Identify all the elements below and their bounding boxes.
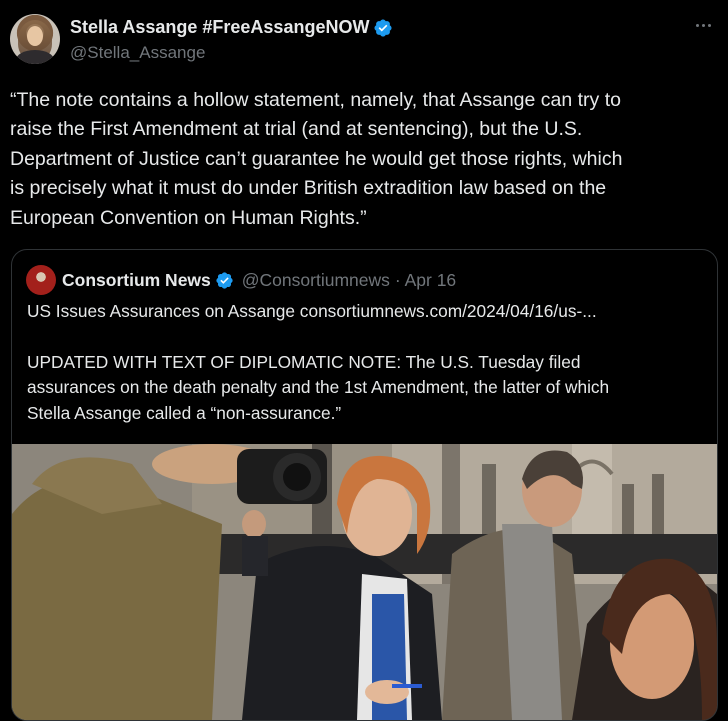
author-display-name[interactable]: Stella Assange #FreeAssangeNOW [70,17,369,38]
quoted-avatar [26,265,56,295]
avatar-body [16,50,54,64]
quoted-date: · Apr 16 [394,269,457,290]
avatar-face [27,26,43,46]
tweet-text: “The note contains a hollow statement, n… [10,89,623,229]
more-options-icon[interactable] [692,14,714,36]
author-name-row: Stella Assange #FreeAssangeNOW [70,17,393,38]
quoted-display-name: Consortium News [62,269,211,290]
verified-badge-icon [374,18,392,37]
quoted-handle: @Consortiumnews [241,269,390,290]
author-handle[interactable]: @Stella_Assange [70,43,205,63]
author-avatar[interactable] [10,14,60,64]
quoted-photo[interactable] [12,444,717,720]
photo-illustration [12,444,717,720]
quoted-verified-badge-icon [216,271,233,289]
quoted-header: Consortium News @Consortiumnews · Apr 16 [26,265,456,295]
quoted-text: US Issues Assurances on Assange consorti… [27,301,610,423]
quoted-tweet[interactable]: Consortium News @Consortiumnews · Apr 16… [11,249,718,721]
